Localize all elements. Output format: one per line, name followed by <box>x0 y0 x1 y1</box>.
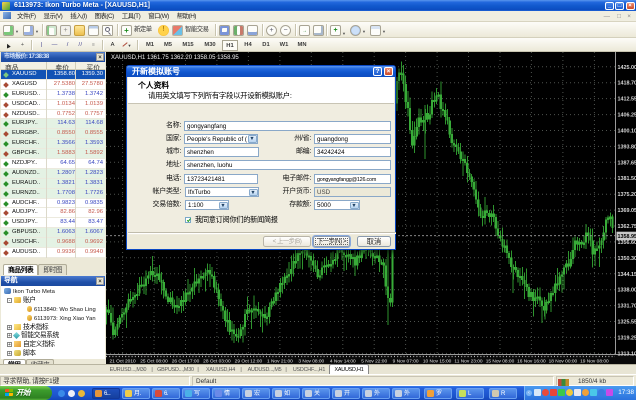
svg-text:1325.55: 1325.55 <box>618 320 636 326</box>
svg-text:1319.25: 1319.25 <box>618 335 636 341</box>
svg-text:1350.30: 1350.30 <box>618 256 636 262</box>
svg-text:1393.80: 1393.80 <box>618 144 636 150</box>
svg-text:1313.10: 1313.10 <box>618 351 636 357</box>
svg-text:1358.95: 1358.95 <box>618 234 636 240</box>
svg-text:1412.55: 1412.55 <box>618 97 636 103</box>
svg-text:1406.25: 1406.25 <box>618 113 636 119</box>
svg-text:XAUUSD,H1 1361.75 1362.20 135: XAUUSD,H1 1361.75 1362.20 1358.05 1358.9… <box>111 55 239 61</box>
svg-text:1375.20: 1375.20 <box>618 192 636 198</box>
svg-text:1400.10: 1400.10 <box>618 129 636 135</box>
svg-text:1362.75: 1362.75 <box>618 224 636 230</box>
svg-text:1418.70: 1418.70 <box>618 81 636 87</box>
svg-text:1387.65: 1387.65 <box>618 160 636 166</box>
svg-text:1331.70: 1331.70 <box>618 304 636 310</box>
svg-text:1381.50: 1381.50 <box>618 176 636 182</box>
svg-text:1425.00: 1425.00 <box>618 65 636 71</box>
svg-text:1344.15: 1344.15 <box>618 272 636 278</box>
svg-text:1338.00: 1338.00 <box>618 288 636 294</box>
svg-text:1356.60: 1356.60 <box>618 240 636 246</box>
svg-text:1369.05: 1369.05 <box>618 208 636 214</box>
